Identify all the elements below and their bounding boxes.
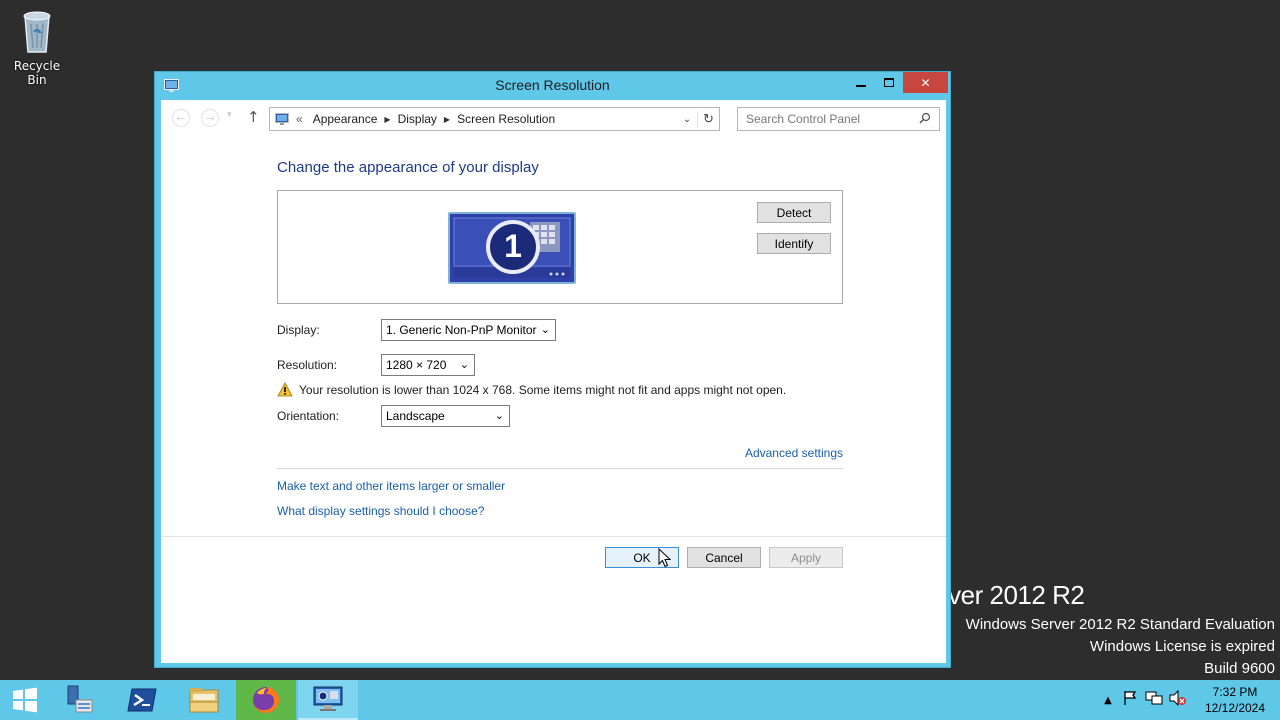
- window-client: ← → ▾ ↑ « Appearance ▶ Display ▶ Screen …: [161, 100, 946, 663]
- resolution-select[interactable]: 1280 × 720 ⌄: [381, 354, 475, 376]
- monitor-1[interactable]: 1: [448, 212, 576, 284]
- watermark-product: rver 2012 R2: [940, 580, 1085, 610]
- monitor-number: 1: [504, 228, 522, 264]
- display-select[interactable]: 1. Generic Non-PnP Monitor ⌄: [381, 319, 556, 341]
- section-divider: [277, 468, 843, 469]
- taskbar-powershell[interactable]: [112, 680, 172, 720]
- chevron-down-icon: ⌄: [494, 410, 504, 422]
- taskbar: ▲ 7:32 PM 12/12/2024: [0, 680, 1280, 720]
- taskbar-file-explorer[interactable]: [174, 680, 234, 720]
- server-manager-icon: [67, 685, 93, 713]
- warning-icon: [277, 382, 293, 397]
- detect-button[interactable]: Detect: [757, 202, 831, 223]
- close-button[interactable]: ✕: [903, 72, 948, 93]
- volume-muted-icon[interactable]: [1166, 689, 1190, 710]
- action-center-flag-icon[interactable]: [1118, 690, 1142, 710]
- maximize-icon: [883, 78, 894, 87]
- clock-time: 7:32 PM: [1212, 685, 1258, 699]
- orientation-select[interactable]: Landscape ⌄: [381, 405, 510, 427]
- apply-button[interactable]: Apply: [769, 547, 843, 568]
- display-label: Display:: [277, 323, 320, 337]
- display-help-link[interactable]: What display settings should I choose?: [277, 504, 484, 518]
- start-button[interactable]: [0, 680, 50, 720]
- taskbar-firefox[interactable]: [236, 680, 296, 720]
- window-title: Screen Resolution: [495, 77, 610, 93]
- orientation-value: Landscape: [386, 409, 445, 423]
- footer-divider: [161, 536, 946, 537]
- identify-button[interactable]: Identify: [757, 233, 831, 254]
- cancel-button[interactable]: Cancel: [687, 547, 761, 568]
- mouse-cursor-icon: [658, 548, 672, 568]
- text-size-link[interactable]: Make text and other items larger or smal…: [277, 479, 505, 493]
- control-panel-icon: [313, 686, 343, 711]
- advanced-settings-link[interactable]: Advanced settings: [745, 446, 843, 460]
- resolution-warning: Your resolution is lower than 1024 x 768…: [299, 383, 787, 397]
- clock-date: 12/12/2024: [1204, 701, 1266, 715]
- system-tray: ▲ 7:32 PM 12/12/2024: [1098, 680, 1280, 720]
- resolution-label: Resolution:: [277, 358, 338, 372]
- monitor-arrangement: 1 Detect Identify: [277, 190, 843, 304]
- page-title: Change the appearance of your display: [277, 159, 539, 176]
- network-icon[interactable]: [1142, 690, 1166, 710]
- orientation-label: Orientation:: [277, 409, 340, 423]
- display-value: 1. Generic Non-PnP Monitor: [386, 323, 537, 337]
- taskbar-server-manager[interactable]: [50, 680, 110, 720]
- windows-logo-icon: [13, 687, 37, 713]
- title-bar[interactable]: Screen Resolution ✕: [155, 72, 950, 100]
- resolution-value: 1280 × 720: [386, 358, 447, 372]
- chevron-down-icon: ⌄: [540, 324, 550, 336]
- close-icon: ✕: [920, 75, 931, 90]
- chevron-down-icon: ⌄: [459, 359, 469, 371]
- show-hidden-icons-icon[interactable]: ▲: [1098, 695, 1118, 706]
- watermark-edition: Windows Server 2012 R2 Standard Evaluati…: [965, 616, 1275, 633]
- minimize-button[interactable]: [847, 72, 874, 93]
- screen-resolution-window: Screen Resolution ✕ ← → ▾ ↑ « Appearance…: [154, 71, 951, 668]
- minimize-icon: [855, 84, 866, 87]
- folder-icon: [189, 688, 219, 713]
- maximize-button[interactable]: [875, 72, 902, 93]
- recycle-bin-label: Recycle Bin: [13, 59, 61, 87]
- firefox-icon: [253, 687, 279, 713]
- taskbar-control-panel[interactable]: [298, 680, 358, 720]
- recycle-bin[interactable]: Recycle Bin: [6, 6, 68, 87]
- powershell-icon: [127, 688, 157, 712]
- recycle-bin-icon: [23, 11, 51, 53]
- main-content: Change the appearance of your display 1 …: [161, 100, 946, 663]
- watermark-license: Windows License is expired: [1089, 638, 1275, 655]
- clock[interactable]: 7:32 PM 12/12/2024: [1190, 684, 1280, 716]
- watermark-build: Build 9600: [1204, 660, 1275, 677]
